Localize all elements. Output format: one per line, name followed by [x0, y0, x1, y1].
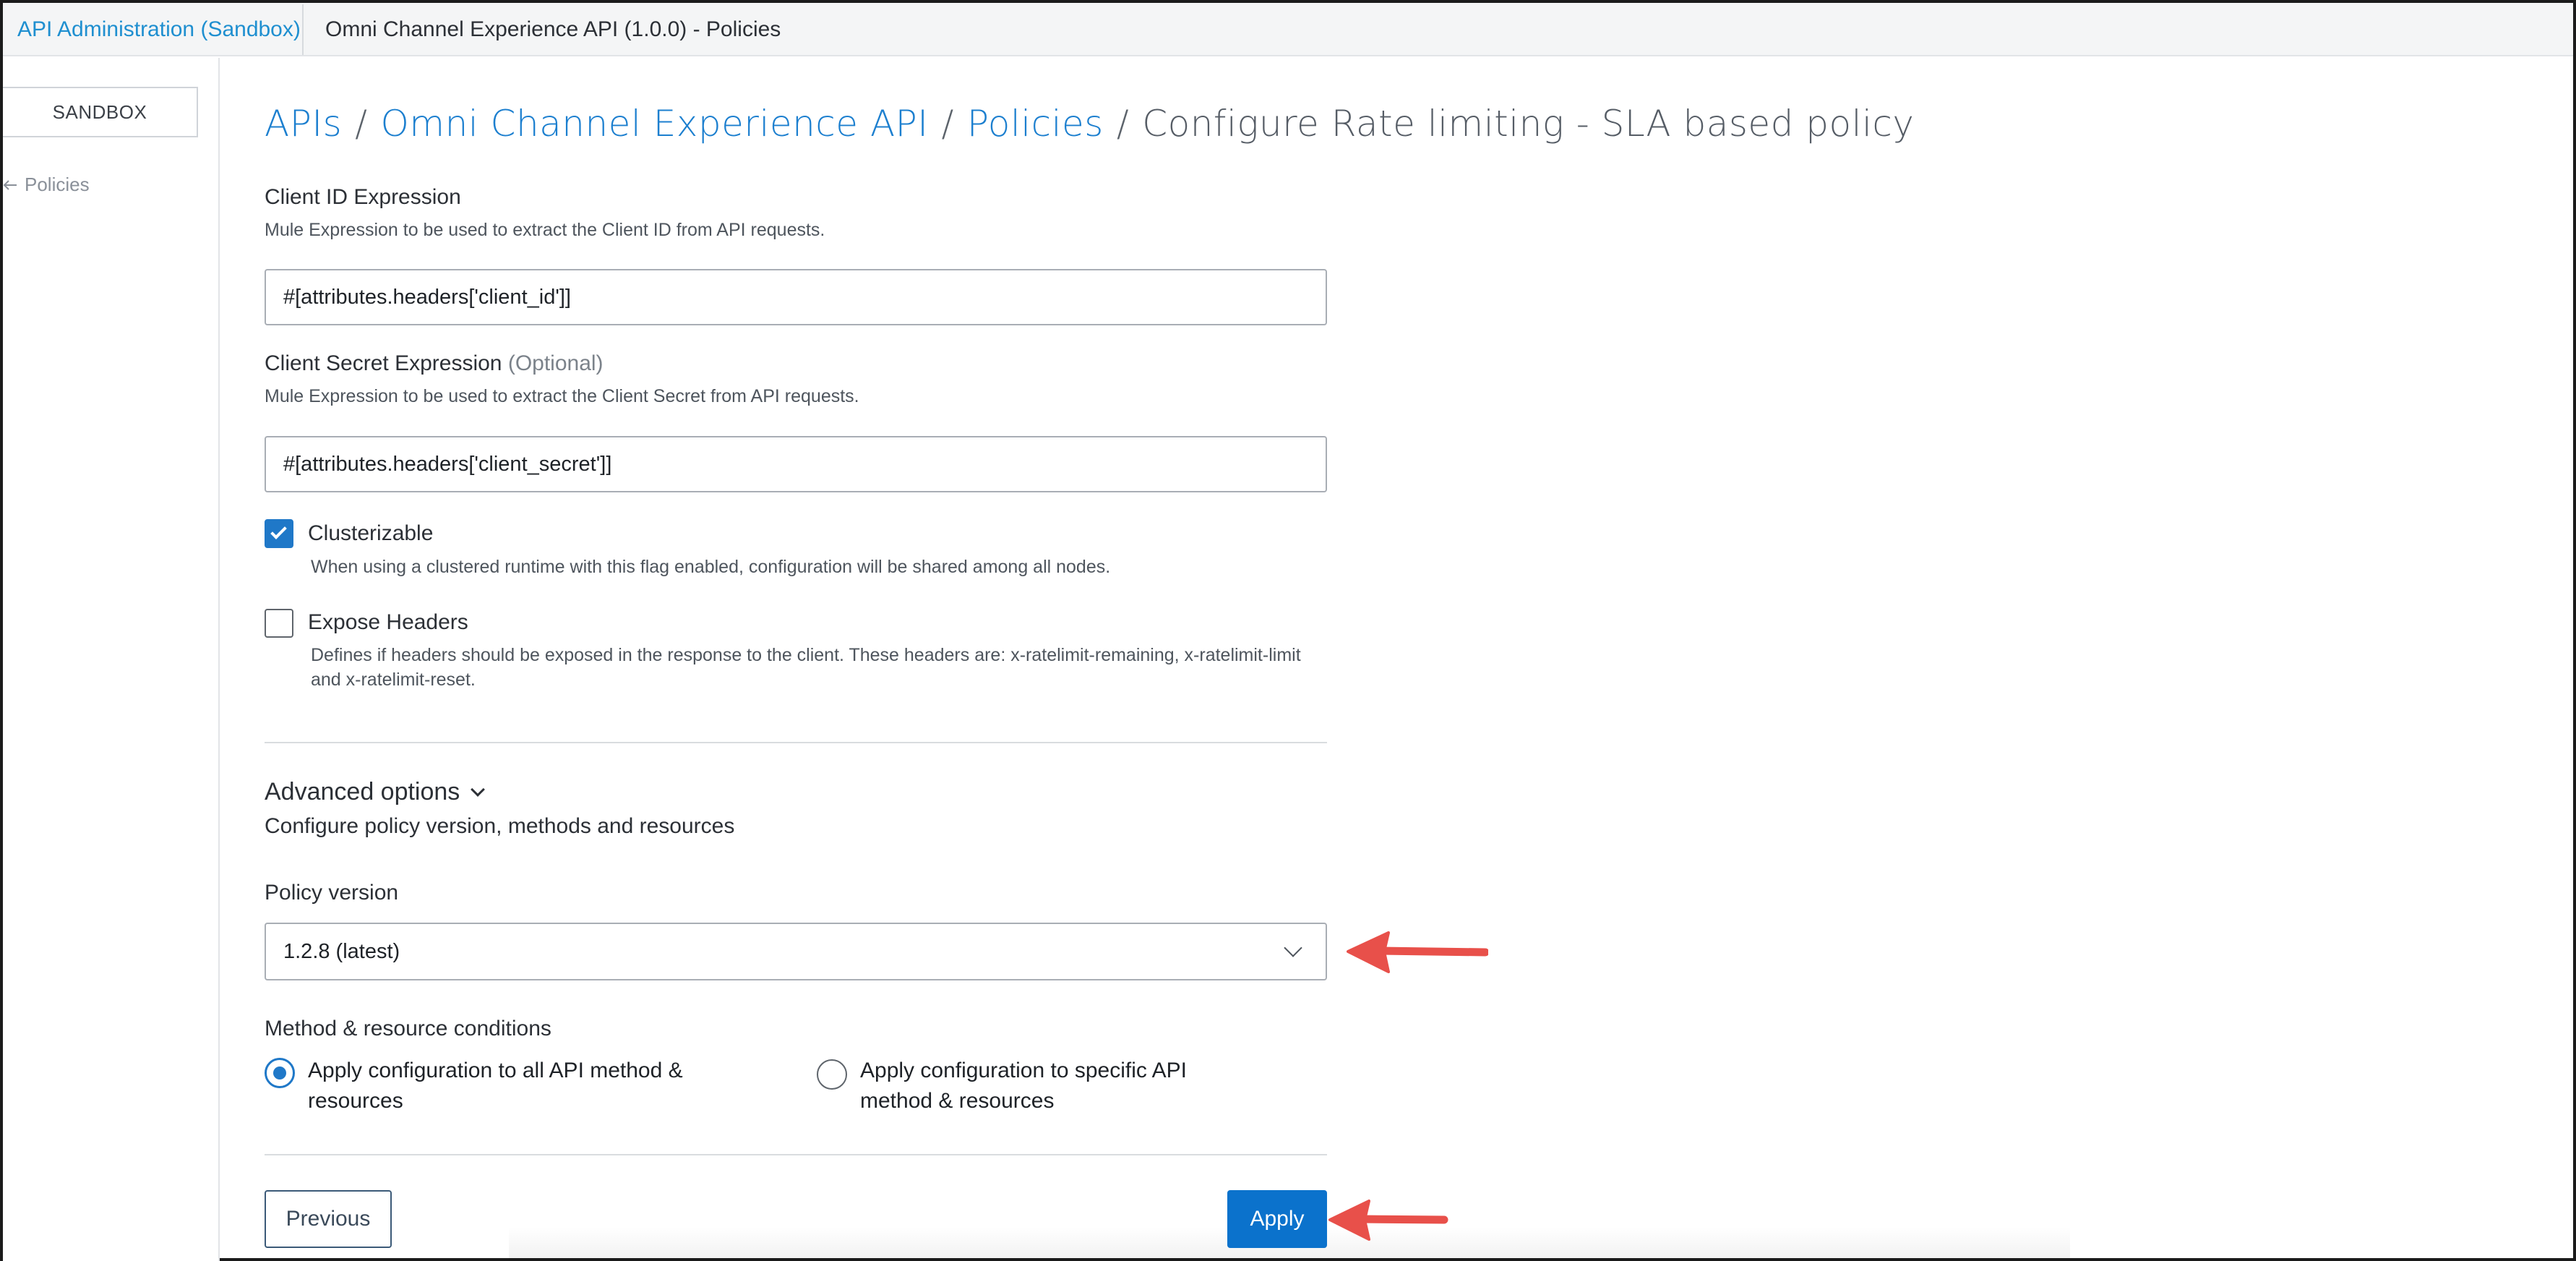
breadcrumb-separator: /	[1116, 103, 1130, 145]
breadcrumb-separator: /	[355, 103, 368, 145]
advanced-options-subtitle: Configure policy version, methods and re…	[265, 814, 735, 838]
back-link-label: Policies	[25, 174, 90, 195]
annotation-arrow-icon	[1347, 931, 1488, 973]
breadcrumb-current: Configure Rate limiting - SLA based poli…	[1142, 103, 1915, 145]
policy-version-select[interactable]: 1.2.8 (latest)	[265, 923, 1327, 980]
expose-headers-label: Expose Headers	[308, 610, 468, 634]
breadcrumb-api-link[interactable]: Omni Channel Experience API	[381, 103, 929, 145]
client-id-input[interactable]: #[attributes.headers['client_id']]	[265, 269, 1327, 325]
chevron-down-icon	[471, 782, 486, 797]
clusterizable-checkbox[interactable]	[265, 519, 293, 548]
conditions-label: Method & resource conditions	[265, 1017, 551, 1040]
chevron-down-icon	[1284, 939, 1302, 957]
optional-tag: (Optional)	[507, 351, 604, 375]
api-administration-link[interactable]: API Administration (Sandbox)	[17, 17, 301, 42]
expose-headers-help-line1: Defines if headers should be exposed in …	[311, 645, 1301, 665]
client-secret-value: #[attributes.headers['client_secret']]	[283, 452, 612, 476]
previous-button[interactable]: Previous	[265, 1190, 392, 1248]
advanced-options-toggle[interactable]: Advanced options	[265, 778, 486, 806]
policy-version-label: Policy version	[265, 881, 399, 905]
page-breadcrumb: APIs / Omni Channel Experience API / Policie…	[265, 103, 1915, 145]
client-id-value: #[attributes.headers['client_id']]	[283, 285, 571, 309]
radio-specific-methods-label[interactable]: Apply configuration to specific API meth…	[860, 1056, 1265, 1116]
breadcrumb-policies-link[interactable]: Policies	[967, 103, 1104, 145]
back-to-policies-link[interactable]: Policies	[3, 174, 90, 196]
top-bar: API Administration (Sandbox) Omni Channe…	[3, 3, 2573, 56]
arrow-left-icon	[3, 179, 17, 190]
section-divider	[265, 742, 1327, 743]
radio-all-methods-label[interactable]: Apply configuration to all API method & …	[308, 1056, 713, 1116]
policy-version-value: 1.2.8 (latest)	[283, 939, 400, 963]
breadcrumb-separator: /	[941, 103, 954, 145]
radio-selected-dot	[273, 1066, 286, 1080]
clusterizable-help: When using a clustered runtime with this…	[311, 557, 1111, 577]
apply-button[interactable]: Apply	[1227, 1190, 1327, 1248]
clusterizable-label: Clusterizable	[308, 521, 434, 545]
sidebar: SANDBOX Policies	[3, 58, 220, 1261]
checkmark-icon	[270, 523, 287, 539]
environment-button[interactable]: SANDBOX	[3, 87, 198, 137]
actions-divider	[265, 1154, 1327, 1155]
breadcrumb-apis-link[interactable]: APIs	[265, 103, 342, 145]
topbar-current-page: Omni Channel Experience API (1.0.0) - Po…	[325, 17, 781, 41]
expose-headers-checkbox[interactable]	[265, 609, 293, 638]
client-secret-help: Mule Expression to be used to extract th…	[265, 386, 859, 406]
client-secret-input[interactable]: #[attributes.headers['client_secret']]	[265, 436, 1327, 492]
annotation-arrow-icon	[1328, 1200, 1448, 1241]
advanced-options-title: Advanced options	[265, 778, 460, 805]
radio-specific-methods[interactable]	[817, 1059, 847, 1090]
radio-all-methods[interactable]	[265, 1058, 295, 1088]
topbar-separator	[302, 4, 304, 55]
client-id-help: Mule Expression to be used to extract th…	[265, 220, 825, 240]
client-id-label: Client ID Expression	[265, 185, 461, 209]
client-secret-label: Client Secret Expression (Optional)	[265, 351, 604, 376]
expose-headers-help-line2: and x-ratelimit-reset.	[311, 670, 476, 690]
client-secret-label-text: Client Secret Expression	[265, 351, 502, 375]
